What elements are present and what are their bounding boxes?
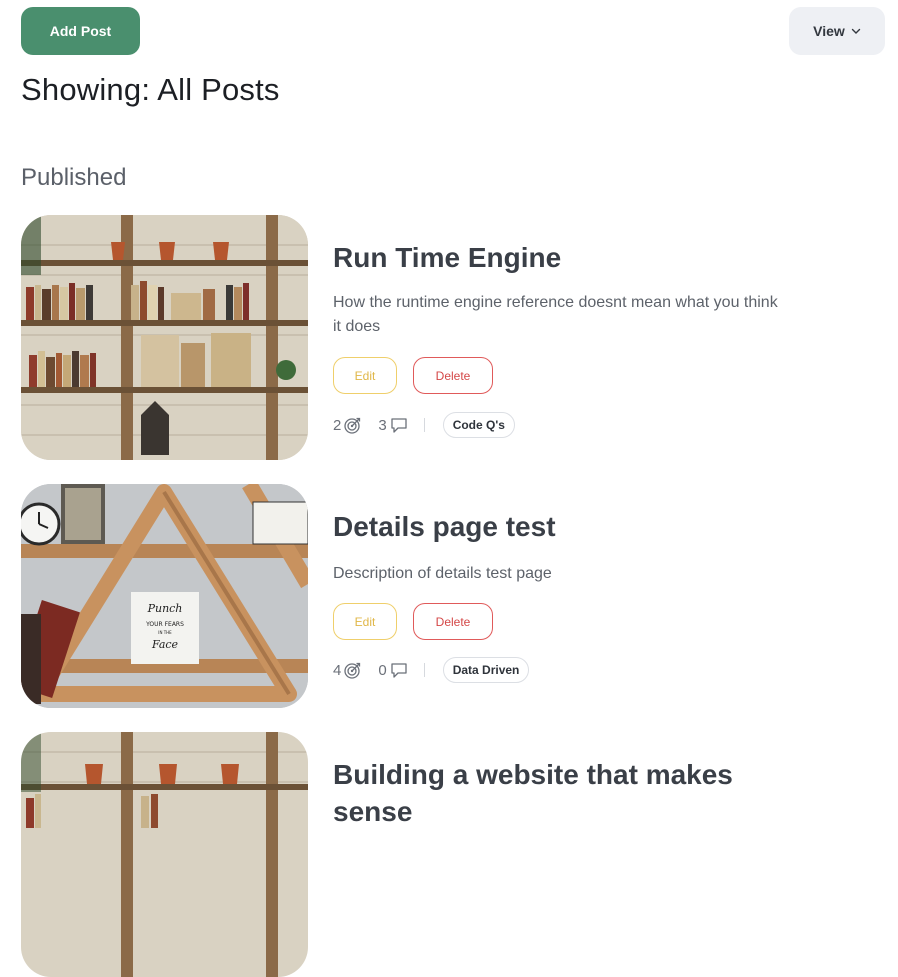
comment-count: 3 [378,416,387,434]
post-description: How the runtime engine reference doesnt … [333,294,778,335]
add-post-button[interactable]: Add Post [21,7,140,55]
post-card: Run Time Engine How the runtime engine r… [21,215,881,460]
toolbar: Add Post View [21,7,885,55]
post-actions: Edit Delete [333,603,493,640]
target-count: 2 [333,416,342,434]
page-title: Showing: All Posts [21,72,280,107]
target-stat: 2 [333,416,362,434]
section-title-published: Published [21,164,127,191]
post-card: Building a website that makes sense [21,732,881,977]
category-tag[interactable]: Data Driven [442,657,530,683]
comment-stat: 0 [378,661,407,679]
post-card: Punch YOUR FEARS IN THE Face Details pag… [21,484,881,708]
post-actions: Edit Delete [333,357,493,394]
triangle-shelf-image: Punch YOUR FEARS IN THE Face [21,484,308,708]
meta-divider [423,663,425,677]
post-title[interactable]: Run Time Engine [333,239,561,276]
target-count: 4 [333,661,342,679]
svg-text:YOUR FEARS: YOUR FEARS [145,621,184,628]
bookshelf-image [21,732,308,977]
delete-button[interactable]: Delete [413,603,493,640]
post-title[interactable]: Building a website that makes sense [333,756,773,830]
chevron-down-icon [851,28,861,34]
category-tag[interactable]: Code Q's [442,412,515,438]
view-label: View [813,23,845,39]
post-description: Description of details test page [333,565,552,582]
svg-text:IN THE: IN THE [158,630,172,635]
meta-divider [423,418,425,432]
svg-text:Face: Face [151,638,179,651]
target-icon [344,417,361,434]
comment-icon [391,418,407,433]
view-dropdown-button[interactable]: View [789,7,885,55]
edit-button[interactable]: Edit [333,603,397,640]
svg-text:Punch: Punch [147,602,183,615]
post-meta: 4 0 Data Driven [333,657,530,683]
edit-button[interactable]: Edit [333,357,397,394]
comment-count: 0 [378,661,387,679]
comment-stat: 3 [378,416,407,434]
target-icon [344,662,361,679]
post-meta: 2 3 Code Q's [333,412,515,438]
comment-icon [391,663,407,678]
post-thumbnail[interactable] [21,215,308,460]
post-thumbnail[interactable] [21,732,308,977]
delete-button[interactable]: Delete [413,357,493,394]
post-title[interactable]: Details page test [333,508,556,545]
bookshelf-image [21,215,308,460]
post-thumbnail[interactable]: Punch YOUR FEARS IN THE Face [21,484,308,708]
target-stat: 4 [333,661,362,679]
